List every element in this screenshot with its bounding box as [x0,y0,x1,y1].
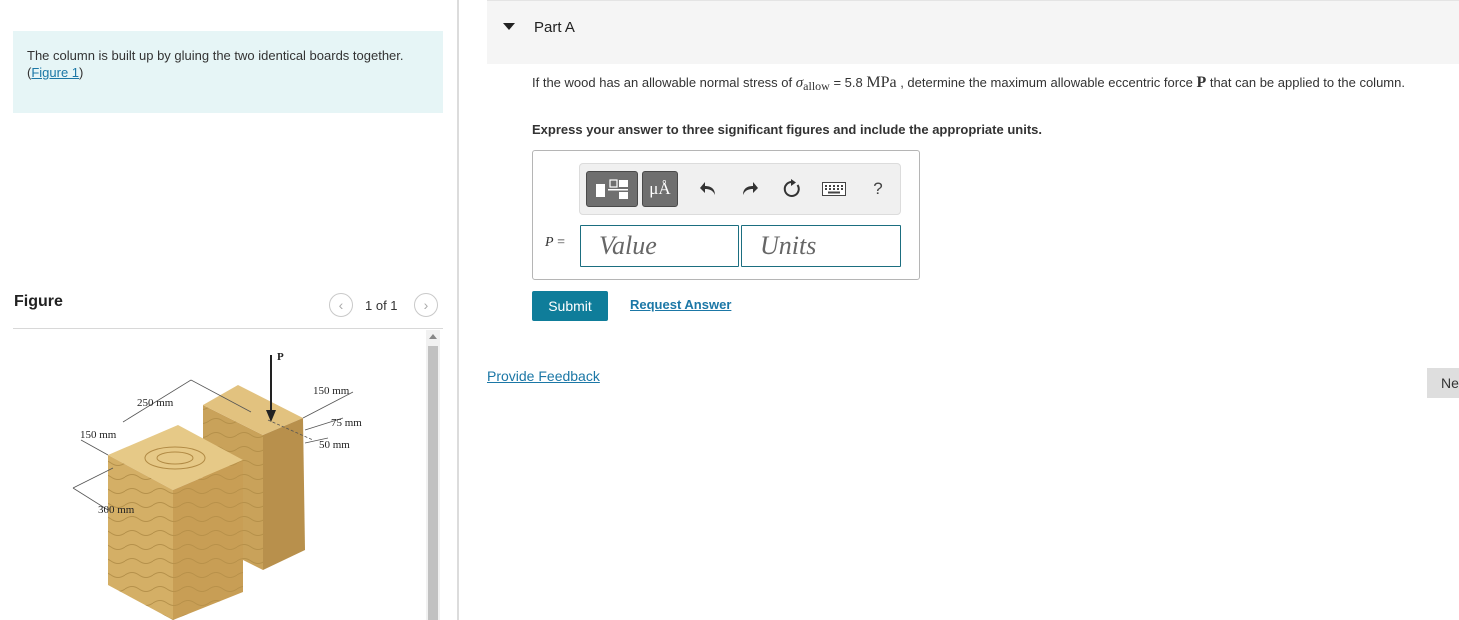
question-text: If the wood has an allowable normal stre… [532,74,1457,95]
templates-button[interactable] [586,171,638,207]
provide-feedback-link[interactable]: Provide Feedback [487,368,600,384]
next-figure-button[interactable]: › [414,293,438,317]
question-middle: , determine the maximum allowable eccent… [896,75,1197,90]
problem-text: The column is built up by gluing the two… [27,48,404,63]
left-pane: The column is built up by gluing the two… [0,0,456,620]
keyboard-icon [822,182,846,196]
submit-button[interactable]: Submit [532,291,608,321]
glued-column-diagram: P 250 mm 150 mm 300 mm 150 mm 75 mm 50 m… [72,351,362,620]
figure-pager: 1 of 1 [365,298,398,313]
templates-icon [596,179,628,199]
sigma-subscript: allow [803,79,830,93]
units-input[interactable] [741,225,901,267]
label-150mm-right: 150 mm [313,385,350,397]
back-board-face [263,418,305,570]
answer-instruction: Express your answer to three significant… [532,122,1042,137]
units-icon: μÅ [649,179,671,198]
answer-box: μÅ ? P = Value Units [532,150,920,280]
redo-button[interactable] [735,171,765,207]
undo-button[interactable] [693,171,723,207]
figure-header: Figure ‹ 1 of 1 › [13,290,443,326]
scroll-up-icon[interactable] [429,334,437,339]
figure-divider [13,328,443,329]
chevron-right-icon: › [423,297,429,313]
stress-value: = 5.8 [829,75,867,90]
chevron-left-icon: ‹ [338,297,344,313]
problem-statement: The column is built up by gluing the two… [13,31,443,113]
part-title: Part A [534,19,575,36]
figure-link-close: ) [79,65,84,80]
previous-figure-button[interactable]: ‹ [329,293,353,317]
question-prefix: If the wood has an allowable normal stre… [532,75,796,90]
reset-icon [783,179,800,197]
value-input[interactable] [580,225,739,267]
stress-unit: MPa [866,74,897,91]
pane-divider[interactable] [457,0,459,620]
label-75mm: 75 mm [331,417,362,429]
label-50mm: 50 mm [319,439,350,451]
force-symbol: P [1196,74,1207,91]
label-300mm: 300 mm [98,504,135,516]
label-250mm: 250 mm [137,397,174,409]
part-a-header[interactable]: Part A [487,0,1459,64]
caret-down-icon[interactable] [503,23,515,30]
help-button[interactable]: ? [863,171,893,207]
label-p: P [277,351,284,363]
figure-image: P 250 mm 150 mm 300 mm 150 mm 75 mm 50 m… [13,330,425,620]
request-answer-link[interactable]: Request Answer [630,297,731,312]
units-button[interactable]: μÅ [642,171,678,207]
question-suffix: that can be applied to the column. [1206,75,1405,90]
next-button[interactable]: Ne [1427,368,1459,398]
figure-scrollbar[interactable] [426,330,440,620]
figure-title: Figure [14,293,63,310]
figure-link[interactable]: Figure 1 [31,65,79,80]
scroll-thumb[interactable] [428,346,438,620]
reset-button[interactable] [777,171,807,207]
redo-icon [743,182,758,195]
label-150mm-left: 150 mm [80,429,117,441]
answer-equals: = [553,235,565,250]
undo-icon [700,182,715,195]
help-icon: ? [873,179,883,198]
answer-variable: P [545,235,554,250]
keyboard-button[interactable] [817,171,851,207]
math-toolbar: μÅ ? [579,163,901,215]
answer-label: P = [545,235,565,251]
